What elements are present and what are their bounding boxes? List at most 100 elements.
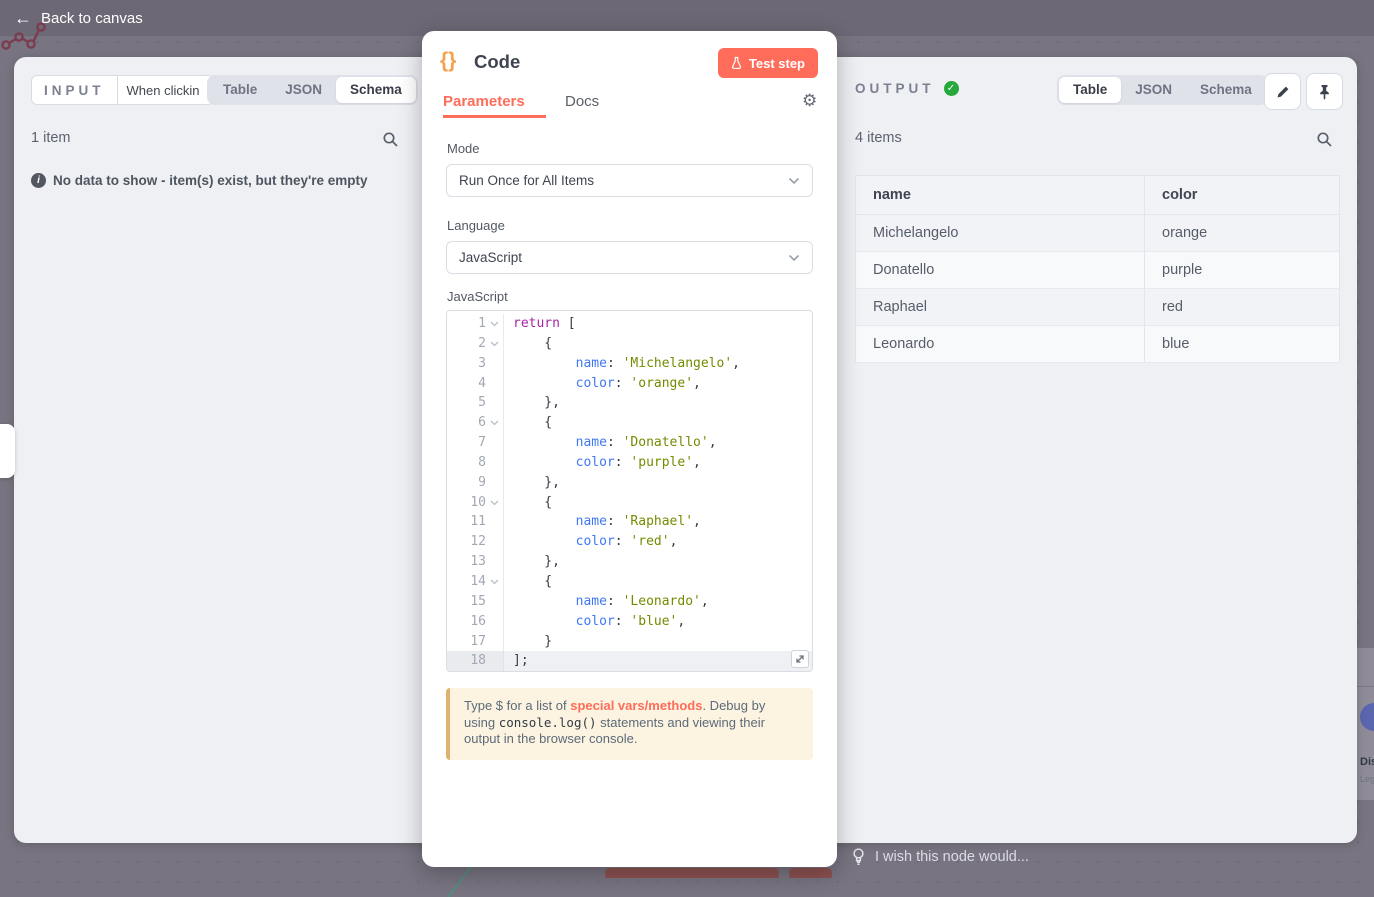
input-node-selector: INPUT When clickin: [31, 75, 214, 105]
tab-schema[interactable]: Schema: [336, 77, 416, 103]
wish-feedback-link[interactable]: I wish this node would...: [852, 848, 1029, 865]
tab-table[interactable]: Table: [1059, 77, 1121, 103]
tab-schema[interactable]: Schema: [1186, 77, 1266, 103]
code-line-15[interactable]: 15 name: 'Leonardo',: [447, 592, 812, 612]
info-icon: i: [31, 173, 46, 188]
tab-docs[interactable]: Docs: [565, 93, 599, 110]
gutter: 16: [447, 612, 504, 632]
code-line-4[interactable]: 4 color: 'orange',: [447, 374, 812, 394]
node-icon-partial: [1360, 703, 1374, 731]
gutter: 1: [447, 314, 504, 334]
code-editor[interactable]: 1return [2 {3 name: 'Michelangelo',4 col…: [446, 310, 813, 672]
wish-text: I wish this node would...: [875, 849, 1029, 865]
code-line-2[interactable]: 2 {: [447, 334, 812, 354]
resize-handle[interactable]: [791, 650, 809, 668]
chevron-down-icon: [788, 177, 800, 185]
gutter: 17: [447, 632, 504, 652]
gutter: 10: [447, 493, 504, 513]
code-line-6[interactable]: 6 {: [447, 413, 812, 433]
node-title: Code: [474, 51, 520, 73]
code-line-1[interactable]: 1return [: [447, 314, 812, 334]
output-table: namecolorMichelangeloorangeDonatellopurp…: [855, 175, 1340, 363]
fold-chevron-icon[interactable]: [486, 500, 503, 506]
tab-parameters[interactable]: Parameters: [443, 93, 525, 110]
flask-icon: [731, 56, 742, 70]
table-row[interactable]: Leonardoblue: [856, 326, 1340, 363]
code-line-14[interactable]: 14 {: [447, 572, 812, 592]
tab-json[interactable]: JSON: [271, 77, 336, 103]
code-line-18[interactable]: 18];: [447, 651, 812, 671]
mode-select[interactable]: Run Once for All Items: [446, 164, 813, 197]
gear-icon[interactable]: ⚙: [802, 91, 817, 111]
tab-table[interactable]: Table: [209, 77, 271, 103]
n8n-logo-icon: [0, 16, 50, 52]
code-line-8[interactable]: 8 color: 'purple',: [447, 453, 812, 473]
code-line-16[interactable]: 16 color: 'blue',: [447, 612, 812, 632]
partial-node-subtitle: Lega: [1360, 774, 1374, 784]
table-cell: blue: [1145, 326, 1340, 363]
input-search-button[interactable]: [382, 131, 399, 148]
language-select[interactable]: JavaScript: [446, 241, 813, 274]
code-line-3[interactable]: 3 name: 'Michelangelo',: [447, 354, 812, 374]
fold-chevron-icon[interactable]: [486, 321, 503, 327]
table-header-row: namecolor: [856, 176, 1340, 215]
partial-node-card: Dis Lega: [1357, 648, 1374, 800]
gutter: 11: [447, 512, 504, 532]
search-icon: [1316, 131, 1333, 148]
table-row[interactable]: Michelangeloorange: [856, 215, 1340, 252]
gutter: 12: [447, 532, 504, 552]
column-header[interactable]: color: [1145, 176, 1340, 215]
code-node-icon: {}: [440, 49, 456, 73]
code-node-modal: {} Code Test step Parameters Docs ⚙ Mode…: [422, 31, 837, 867]
gutter: 5: [447, 393, 504, 413]
output-search-button[interactable]: [1316, 131, 1333, 148]
language-label: Language: [447, 218, 505, 233]
table-cell: purple: [1145, 252, 1340, 289]
code-line-13[interactable]: 13 },: [447, 552, 812, 572]
code-line-11[interactable]: 11 name: 'Raphael',: [447, 512, 812, 532]
input-node-button[interactable]: When clickin: [117, 76, 213, 104]
lightbulb-icon: [852, 848, 865, 865]
canvas-button-dimmed: [789, 868, 832, 878]
fold-chevron-icon[interactable]: [486, 420, 503, 426]
gutter: 4: [447, 374, 504, 394]
gutter: 9: [447, 473, 504, 493]
special-vars-link[interactable]: special vars/methods: [570, 698, 702, 713]
code-lines: 1return [2 {3 name: 'Michelangelo',4 col…: [447, 311, 812, 671]
gutter: 15: [447, 592, 504, 612]
gutter: 7: [447, 433, 504, 453]
table-cell: Raphael: [856, 289, 1145, 326]
pin-data-button[interactable]: [1306, 73, 1343, 110]
column-header[interactable]: name: [856, 176, 1145, 215]
output-view-tabs: TableJSONSchema: [1057, 75, 1268, 105]
code-line-17[interactable]: 17 }: [447, 632, 812, 652]
code-line-5[interactable]: 5 },: [447, 393, 812, 413]
table-row[interactable]: Raphaelred: [856, 289, 1340, 326]
output-items-count: 4 items: [855, 130, 902, 146]
search-icon: [382, 131, 399, 148]
input-items-count: 1 item: [31, 130, 71, 146]
fold-chevron-icon[interactable]: [486, 579, 503, 585]
code-line-9[interactable]: 9 },: [447, 473, 812, 493]
mode-label: Mode: [447, 141, 480, 156]
code-line-7[interactable]: 7 name: 'Donatello',: [447, 433, 812, 453]
tab-json[interactable]: JSON: [1121, 77, 1186, 103]
gutter: 14: [447, 572, 504, 592]
code-line-12[interactable]: 12 color: 'red',: [447, 532, 812, 552]
fold-chevron-icon[interactable]: [486, 341, 503, 347]
input-title: INPUT: [32, 76, 117, 104]
test-step-button[interactable]: Test step: [718, 48, 818, 78]
success-check-icon: ✓: [944, 81, 959, 96]
table-cell: Donatello: [856, 252, 1145, 289]
input-empty-message-row: i No data to show - item(s) exist, but t…: [31, 173, 368, 188]
edit-output-button[interactable]: [1264, 73, 1301, 110]
side-panel-handle[interactable]: [0, 424, 15, 478]
gutter: 8: [447, 453, 504, 473]
back-label: Back to canvas: [41, 10, 143, 27]
gutter: 18: [447, 651, 504, 671]
gutter: 3: [447, 354, 504, 374]
table-row[interactable]: Donatellopurple: [856, 252, 1340, 289]
active-tab-underline: [443, 115, 546, 118]
table-cell: Michelangelo: [856, 215, 1145, 252]
code-line-10[interactable]: 10 {: [447, 493, 812, 513]
